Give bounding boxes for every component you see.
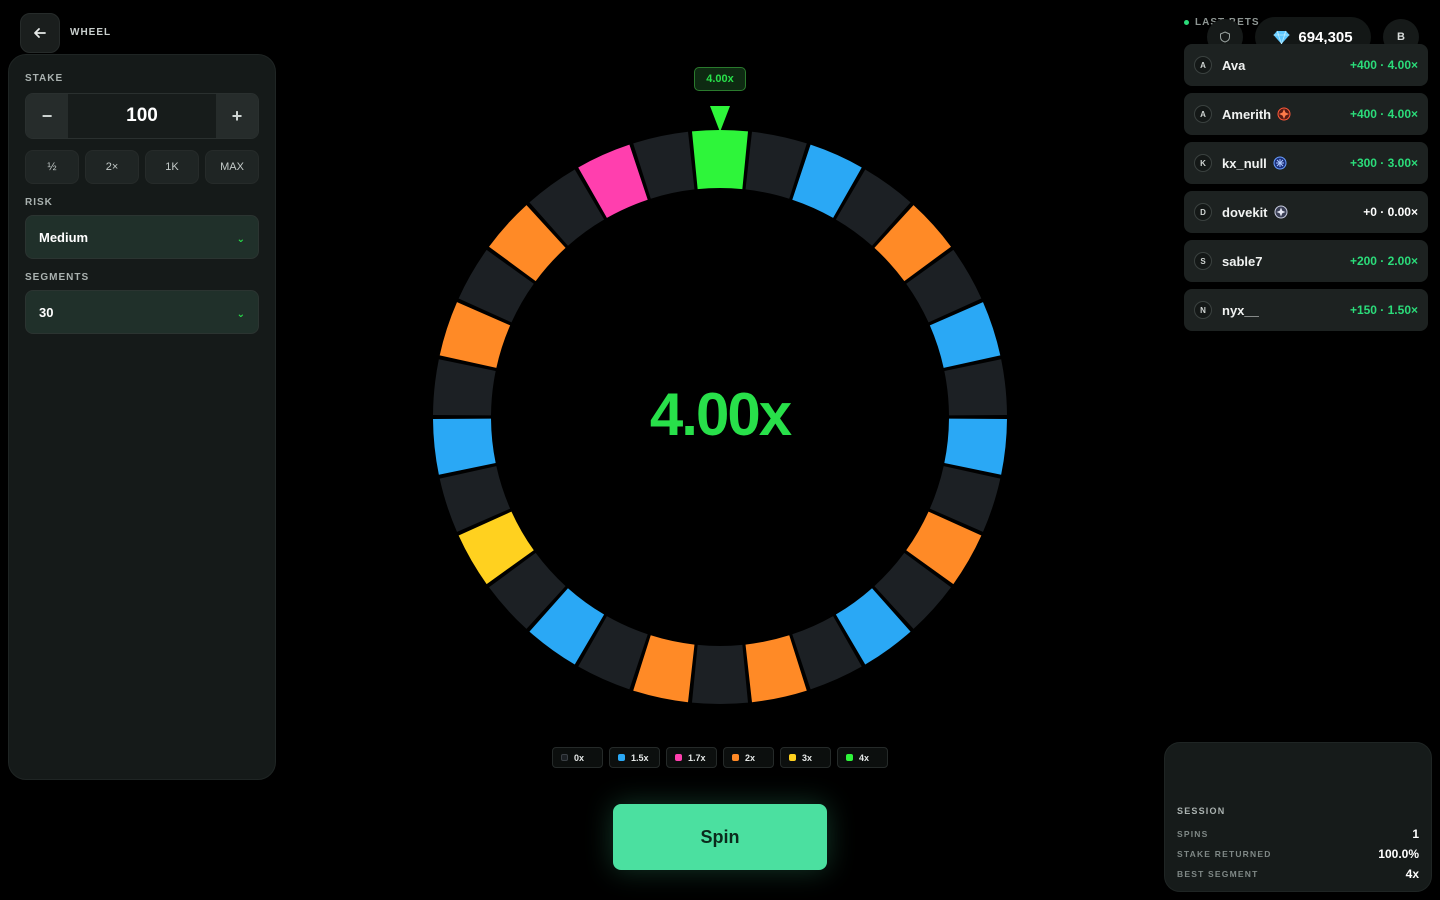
half-stake-button[interactable]: ½ xyxy=(25,150,79,184)
stake-stepper: − 100 + xyxy=(25,93,259,139)
segments-label: SEGMENTS xyxy=(25,272,90,283)
wheel-segment xyxy=(433,359,496,416)
legend-item: 3x xyxy=(780,747,831,768)
stake-input[interactable]: 100 xyxy=(68,94,216,138)
stake-label: STAKE xyxy=(25,73,64,84)
legend-swatch xyxy=(789,754,796,761)
legend-label: 0x xyxy=(574,752,585,763)
arrow-left-icon xyxy=(34,28,46,38)
max-stake-button[interactable]: MAX xyxy=(205,150,259,184)
segments-select[interactable]: 30 ⌄ xyxy=(25,290,259,334)
stat-value: 4x xyxy=(1405,867,1419,881)
bet-result: +400 · 4.00× xyxy=(1349,107,1418,121)
segments-value: 30 xyxy=(39,304,54,320)
bet-row: N nyx__ +150 · 1.50× xyxy=(1184,289,1428,331)
legend-label: 1.5x xyxy=(631,752,649,763)
stake-1k-button[interactable]: 1K xyxy=(145,150,199,184)
stat-label: SPINS xyxy=(1177,829,1209,839)
stake-decrease-button[interactable]: − xyxy=(26,94,68,138)
bet-row: D dovekit +0 · 0.00× xyxy=(1184,191,1428,233)
quick-stake-buttons: ½ 2× 1K MAX xyxy=(25,150,259,184)
double-stake-button[interactable]: 2× xyxy=(85,150,139,184)
player-name: kx_null xyxy=(1222,155,1267,171)
legend-swatch xyxy=(732,754,739,761)
bet-row: S sable7 +200 · 2.00× xyxy=(1184,240,1428,282)
risk-value: Medium xyxy=(39,229,89,245)
last-bets-list: A Ava +400 · 4.00× A Amerith +400 · 4.00… xyxy=(1184,44,1428,338)
chevron-down-icon: ⌄ xyxy=(236,308,245,320)
wheel-segment xyxy=(691,644,749,704)
legend-item: 4x xyxy=(837,747,888,768)
player-avatar: A xyxy=(1194,105,1212,123)
wheel-segment xyxy=(944,418,1007,475)
stat-value: 1 xyxy=(1412,827,1419,841)
player-avatar: D xyxy=(1194,203,1212,221)
legend-swatch xyxy=(846,754,853,761)
player-name: nyx__ xyxy=(1222,302,1259,318)
bet-row: A Ava +400 · 4.00× xyxy=(1184,44,1428,86)
bet-result: +400 · 4.00× xyxy=(1349,58,1418,72)
bet-control-panel: STAKE − 100 + ½ 2× 1K MAX RISK Medium ⌄ … xyxy=(8,54,276,780)
wheel-segment xyxy=(433,418,496,475)
wheel-segment xyxy=(944,359,1007,416)
sapphire-icon xyxy=(1273,156,1287,170)
stat-row: BEST SEGMENT 4x xyxy=(1177,867,1419,881)
bet-result: +0 · 0.00× xyxy=(1363,205,1418,219)
legend-label: 1.7x xyxy=(688,752,706,763)
legend-item: 1.5x xyxy=(609,747,660,768)
back-button[interactable] xyxy=(20,13,60,53)
bet-row: A Amerith +400 · 4.00× xyxy=(1184,93,1428,135)
stat-value: 100.0% xyxy=(1378,847,1419,861)
player-name: dovekit xyxy=(1222,204,1268,220)
session-title: SESSION xyxy=(1177,806,1226,816)
legend-label: 2x xyxy=(745,752,756,763)
legend-item: 1.7x xyxy=(666,747,717,768)
wheel-pointer-icon xyxy=(710,106,730,132)
legend-label: 3x xyxy=(802,752,813,763)
risk-label: RISK xyxy=(25,197,53,208)
center-multiplier: 4.00x xyxy=(649,381,792,448)
bet-row: K kx_null +300 · 3.00× xyxy=(1184,142,1428,184)
player-avatar: N xyxy=(1194,301,1212,319)
stat-label: STAKE RETURNED xyxy=(1177,849,1272,859)
risk-select[interactable]: Medium ⌄ xyxy=(25,215,259,259)
stake-increase-button[interactable]: + xyxy=(216,94,258,138)
silver-icon xyxy=(1274,205,1288,219)
legend-label: 4x xyxy=(859,752,870,763)
shield-icon xyxy=(1220,31,1230,43)
legend-swatch xyxy=(618,754,625,761)
session-stats-panel: SESSION SPINS 1 STAKE RETURNED 100.0% BE… xyxy=(1164,742,1432,892)
legend-item: 2x xyxy=(723,747,774,768)
stat-row: SPINS 1 xyxy=(1177,827,1419,841)
balance-value: 694,305 xyxy=(1298,28,1353,46)
legend-swatch xyxy=(675,754,682,761)
player-avatar: A xyxy=(1194,56,1212,74)
diamond-icon xyxy=(1273,30,1290,44)
bet-result: +150 · 1.50× xyxy=(1349,303,1418,317)
stat-label: BEST SEGMENT xyxy=(1177,869,1259,879)
live-dot-icon xyxy=(1184,20,1189,25)
wheel-segment xyxy=(691,130,749,190)
player-name: Ava xyxy=(1222,57,1246,73)
bet-result: +200 · 2.00× xyxy=(1349,254,1418,268)
player-avatar: K xyxy=(1194,154,1212,172)
legend-swatch xyxy=(561,754,568,761)
chevron-down-icon: ⌄ xyxy=(236,233,245,245)
player-name: Amerith xyxy=(1222,106,1272,122)
spin-button[interactable]: Spin xyxy=(613,804,827,870)
legend-item: 0x xyxy=(552,747,603,768)
player-avatar: S xyxy=(1194,252,1212,270)
multiplier-legend: 0x 1.5x 1.7x 2x 3x 4x xyxy=(552,747,888,768)
player-name: sable7 xyxy=(1222,253,1263,269)
stat-row: STAKE RETURNED 100.0% xyxy=(1177,847,1419,861)
bet-result: +300 · 3.00× xyxy=(1349,156,1418,170)
page-title: WHEEL xyxy=(70,27,112,38)
ruby-icon xyxy=(1277,107,1291,121)
result-tag: 4.00x xyxy=(694,67,746,91)
